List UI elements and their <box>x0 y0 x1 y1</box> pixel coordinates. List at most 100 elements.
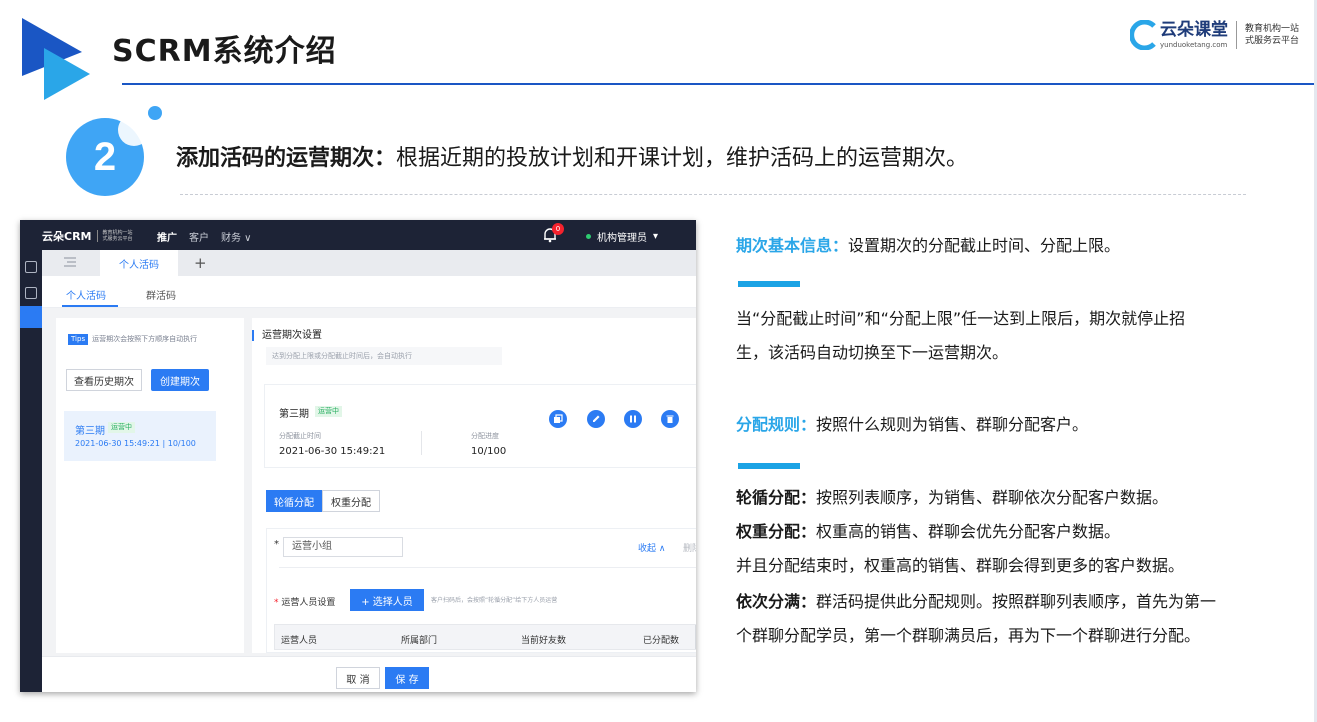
desc-round-robin: 轮循分配：按照列表顺序，为销售、群聊依次分配客户数据。 <box>736 483 1296 513</box>
staff-required-mark: * <box>274 598 279 608</box>
crm-screenshot: 云朵CRM 教育机构一站 式服务云平台 推广 客户 财务 ∨ 0 机构管理员 ▾… <box>20 220 696 692</box>
period-info-card: 第三期 运营中 分配截止时间 2021-06-30 15:49:21 分配进度 … <box>264 384 696 468</box>
desc-stop-rule-1: 当“分配截止时间”和“分配上限”任一达到上限后，期次就停止招 <box>736 309 1186 328</box>
required-mark: * <box>274 539 279 550</box>
desc-fill-in-order-text: 群活码提供此分配规则。按照群聊列表顺序，首先为第一 <box>816 592 1217 611</box>
step-heading-colon: ： <box>374 146 397 171</box>
cloud-logo-icon <box>1129 20 1156 50</box>
create-period-button[interactable]: 创建期次 <box>151 369 209 391</box>
tips-tag: Tips <box>68 333 89 345</box>
desc-weighted-2: 并且分配结束时，权重高的销售、群聊会得到更多的客户数据。 <box>736 556 1185 575</box>
card-status-badge: 运营中 <box>315 406 342 417</box>
brand-logo: 云朵课堂 yunduoketang.com 教育机构一站 式服务云平台 <box>1129 20 1299 50</box>
step-heading-bold: 添加活码的运营期次 <box>176 146 375 171</box>
period-list-panel: Tips 运营期次会按照下方顺序自动执行 查看历史期次 创建期次 第三期 运营中… <box>56 318 244 653</box>
desc-round-robin-label: 轮循分配： <box>736 488 817 507</box>
save-button[interactable]: 保 存 <box>385 667 429 689</box>
desc-basic-info-label: 期次基本信息： <box>736 236 849 255</box>
menu-icon[interactable] <box>64 257 76 267</box>
subtab-personal[interactable]: 个人活码 <box>66 287 106 302</box>
col-department: 所属部门 <box>401 636 438 646</box>
chevron-down-icon: ▾ <box>653 231 659 242</box>
history-periods-button[interactable]: 查看历史期次 <box>66 369 142 391</box>
tab-round-robin[interactable]: 轮循分配 <box>266 490 322 512</box>
brand-slogan-2: 式服务云平台 <box>1244 36 1299 46</box>
app-nav: 推广 客户 财务 ∨ <box>157 229 252 244</box>
edit-icon[interactable] <box>587 410 605 428</box>
desc-weighted-label: 权重分配： <box>736 522 817 541</box>
staff-settings-label: * 运营人员设置 <box>274 595 335 608</box>
pause-icon[interactable] <box>624 410 642 428</box>
header-divider <box>122 83 1317 85</box>
brand-name: 云朵课堂 <box>1159 20 1228 40</box>
step-heading: 添加活码的运营期次：根据近期的投放计划和开课计划，维护活码上的运营期次。 <box>176 140 968 172</box>
doc-icon[interactable] <box>25 261 37 273</box>
nav-customer[interactable]: 客户 <box>189 229 209 244</box>
tab-weighted[interactable]: 权重分配 <box>322 490 380 512</box>
desc-stop-rule-2: 生，该活码自动切换至下一运营期次。 <box>736 343 1009 362</box>
brand-slogan-1: 教育机构一站 <box>1244 24 1299 34</box>
collapse-button[interactable]: 收起 ∧ <box>638 541 665 554</box>
desc-weighted-text: 权重高的销售、群聊会优先分配客户数据。 <box>816 522 1121 541</box>
nav-finance[interactable]: 财务 ∨ <box>221 229 252 244</box>
staff-table-header: 运营人员 所属部门 当前好友数 已分配数 <box>274 624 696 650</box>
col-friends: 当前好友数 <box>521 636 567 646</box>
page-tabs: 个人活码 + <box>42 250 696 276</box>
user-name: 机构管理员 <box>597 233 647 244</box>
app-logo[interactable]: 云朵CRM 教育机构一站 式服务云平台 <box>42 228 133 244</box>
delete-icon[interactable] <box>661 410 679 428</box>
sub-tabs: 个人活码 群活码 <box>42 276 696 308</box>
add-tab-button[interactable]: + <box>194 254 207 272</box>
slide-title: SCRM系统介绍 <box>112 34 337 69</box>
col-assigned: 已分配数 <box>643 636 680 646</box>
desc-basic-info-text: 设置期次的分配截止时间、分配上限。 <box>848 236 1121 255</box>
tips-text: 运营期次会按照下方顺序自动执行 <box>92 335 198 343</box>
app-sidebar <box>20 250 42 692</box>
deadline-value: 2021-06-30 15:49:21 <box>279 446 386 457</box>
app-logo-text: 云朵CRM <box>42 230 92 243</box>
brand-domain: yunduoketang.com <box>1159 41 1228 49</box>
card-period-name: 第三期 <box>279 409 309 420</box>
period-settings-panel: 运营期次设置 达到分配上限或分配截止时间后，会自动执行 第三期 运营中 分配截止… <box>252 318 696 653</box>
form-footer: 取 消 保 存 <box>42 656 696 692</box>
select-staff-button[interactable]: + 选择人员 <box>350 589 424 611</box>
progress-value: 10/100 <box>471 446 507 457</box>
group-name-input[interactable]: 运营小组 <box>283 537 403 557</box>
desc-assign-rule-text: 按照什么规则为销售、群聊分配客户。 <box>816 415 1089 434</box>
tips-note: Tips 运营期次会按照下方顺序自动执行 <box>68 333 238 345</box>
slide: SCRM系统介绍 云朵课堂 yunduoketang.com 教育机构一站 式服… <box>0 0 1317 722</box>
app-topbar: 云朵CRM 教育机构一站 式服务云平台 推广 客户 财务 ∨ 0 机构管理员 ▾ <box>20 220 696 250</box>
delete-group-button[interactable]: 删除 <box>683 541 696 554</box>
desc-fill-in-order-2: 个群聊分配学员，第一个群聊满员后，再为下一个群聊进行分配。 <box>736 626 1201 645</box>
settings-title: 运营期次设置 <box>252 330 322 341</box>
subtab-underline <box>62 305 118 307</box>
online-dot-icon <box>586 234 591 239</box>
staff-label-text: 运营人员设置 <box>281 598 336 608</box>
progress-label: 分配进度 <box>471 432 499 440</box>
cancel-button[interactable]: 取 消 <box>336 667 380 689</box>
desc-round-robin-text: 按照列表顺序，为销售、群聊依次分配客户数据。 <box>816 488 1169 507</box>
decor-dot-white <box>118 114 150 146</box>
desc-assign-rule: 分配规则：按照什么规则为销售、群聊分配客户。 <box>736 410 1296 440</box>
app-logo-slogan-2: 式服务云平台 <box>102 236 133 242</box>
desc-fill-in-order: 依次分满：群活码提供此分配规则。按照群聊列表顺序，首先为第一 <box>736 587 1296 617</box>
brand-separator <box>1235 21 1237 49</box>
nav-promote[interactable]: 推广 <box>157 229 177 244</box>
col-staff: 运营人员 <box>281 636 318 646</box>
desc-basic-info: 期次基本信息：设置期次的分配截止时间、分配上限。 <box>736 231 1296 261</box>
play-logo-icon <box>22 18 90 100</box>
step-heading-text: 根据近期的投放计划和开课计划，维护活码上的运营期次。 <box>396 146 969 171</box>
qrcode-icon[interactable] <box>25 311 37 323</box>
decor-dot-blue <box>148 106 162 120</box>
user-menu[interactable]: 机构管理员 ▾ <box>586 229 658 244</box>
group-config-box: * 运营小组 收起 ∧ 删除 * 运营人员设置 + 选择人员 客户扫码后，会按照… <box>266 528 696 653</box>
period-list-item[interactable]: 第三期 运营中 2021-06-30 15:49:21 | 10/100 <box>64 411 216 461</box>
tab-personal-code[interactable]: 个人活码 <box>100 250 178 276</box>
copy-icon[interactable] <box>549 410 567 428</box>
checkbox-icon[interactable] <box>25 287 37 299</box>
subtab-group[interactable]: 群活码 <box>146 287 176 302</box>
notification-badge: 0 <box>552 223 564 235</box>
period-status-badge: 运营中 <box>108 422 135 433</box>
accent-bar-2 <box>738 463 800 469</box>
table-scrollbar[interactable] <box>695 625 696 649</box>
